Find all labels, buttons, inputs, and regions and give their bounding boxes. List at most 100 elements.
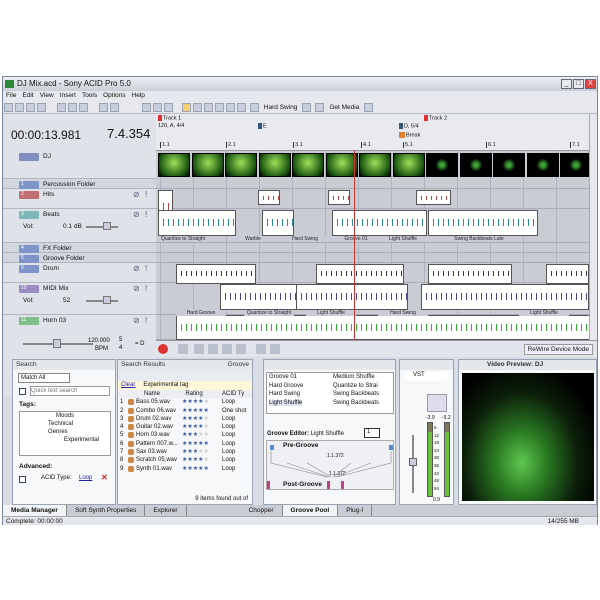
groove-item[interactable]: Hard Swing <box>269 391 300 397</box>
groove-item[interactable]: Medium Shuffle <box>333 374 375 380</box>
audio-clip[interactable] <box>332 210 427 236</box>
tab-explorer[interactable]: Explorer <box>145 505 187 516</box>
audio-clip[interactable] <box>176 264 256 284</box>
menu-help[interactable]: Help <box>132 92 145 99</box>
close-button[interactable]: X <box>585 79 596 89</box>
acid-type-link[interactable]: Loop <box>79 475 92 481</box>
file-name[interactable]: Drum 02.wav <box>136 415 182 423</box>
tree-genres[interactable]: Genres <box>20 427 110 435</box>
track-view[interactable]: Quantize to Straight Warble Hard Swing Groo… <box>156 151 589 340</box>
file-name[interactable]: Combo 06.wav <box>136 407 182 415</box>
tree-experimental[interactable]: Experimental <box>20 435 110 443</box>
groove-paint-icon[interactable] <box>302 103 312 112</box>
groove-item[interactable]: Quantize to Strai <box>333 383 378 389</box>
ruler[interactable]: 1.1 2.1 3.1 4.1 5.1 6.1 7.1 <box>156 142 589 151</box>
go-to-start-icon[interactable] <box>255 344 266 354</box>
vol-slider-thumb[interactable] <box>103 296 111 304</box>
audio-clip[interactable] <box>176 315 589 340</box>
groove-label[interactable]: Groove 01 <box>331 236 381 242</box>
col-rating[interactable]: Rating <box>166 390 222 398</box>
file-name[interactable]: Sax 03.wav <box>136 448 182 456</box>
track-name[interactable]: Horn 03 <box>43 317 66 324</box>
file-name[interactable]: Synth 01.wav <box>136 465 182 473</box>
pitch-tool-icon[interactable] <box>236 103 246 112</box>
stop-icon[interactable] <box>235 344 246 354</box>
key-marker-d[interactable]: D, 5/4 <box>399 123 419 129</box>
audio-clip[interactable] <box>296 284 408 310</box>
track-header-midi-mix[interactable]: 10 MIDI Mix ⊘! Vol: 52 <box>3 283 156 315</box>
auto-ripple-icon[interactable] <box>152 103 162 112</box>
pause-icon[interactable] <box>221 344 232 354</box>
selection-tool-icon[interactable] <box>192 103 202 112</box>
cut-icon[interactable] <box>56 103 66 112</box>
rating-stars[interactable]: ★★★★★ <box>182 431 222 439</box>
whats-this-icon[interactable] <box>364 103 374 112</box>
go-to-end-icon[interactable] <box>269 344 280 354</box>
mute-icon[interactable]: ⊘ <box>133 264 140 273</box>
loop-icon[interactable] <box>177 344 188 354</box>
groove-label[interactable]: Swing Backbeats Late <box>444 236 514 242</box>
tab-chopper[interactable]: Chopper <box>241 505 283 516</box>
groove-item[interactable]: Swing Backbeats <box>333 400 379 406</box>
paste-icon[interactable] <box>78 103 88 112</box>
audio-clip[interactable] <box>546 264 589 284</box>
file-name[interactable]: Horn 03.wav <box>136 431 182 439</box>
vst-label[interactable]: VST <box>405 372 447 381</box>
tree-technical[interactable]: Technical <box>20 419 110 427</box>
vol-slider[interactable] <box>86 226 118 228</box>
menu-edit[interactable]: Edit <box>22 92 33 99</box>
tree-moods[interactable]: Moods <box>20 412 110 419</box>
erase-tool-icon[interactable] <box>214 103 224 112</box>
solo-icon[interactable]: ! <box>145 264 147 273</box>
track-header-drum[interactable]: 9 Drum ⊘! <box>3 263 156 283</box>
audio-clip[interactable] <box>428 264 512 284</box>
play-icon[interactable] <box>207 344 218 354</box>
rating-stars[interactable]: ★★★★★ <box>182 415 222 423</box>
save-icon[interactable] <box>26 103 35 112</box>
new-icon[interactable] <box>4 103 13 112</box>
pan-control[interactable] <box>427 394 447 412</box>
region-break[interactable]: Break <box>399 132 420 138</box>
mute-icon[interactable]: ⊘ <box>133 316 140 325</box>
groove-item[interactable]: Swing Backbeats <box>333 391 379 397</box>
solo-icon[interactable]: ! <box>145 190 147 199</box>
track-header-fx-folder[interactable]: 4 FX Folder <box>3 243 156 253</box>
tab-media-manager[interactable]: Media Manager <box>3 505 67 516</box>
audio-clip[interactable] <box>421 284 589 310</box>
rating-stars[interactable]: ★★★★★ <box>182 465 222 473</box>
envelope-tool-icon[interactable] <box>225 103 235 112</box>
match-select[interactable]: Match All <box>18 373 70 383</box>
track-header-beats[interactable]: 3 Beats ⊘! Vol: 0.1 dB <box>3 209 156 243</box>
key-marker-e[interactable]: E <box>258 123 267 129</box>
mute-icon[interactable]: ⊘ <box>133 210 140 219</box>
track-name[interactable]: Beats <box>43 211 60 218</box>
bpm-value[interactable]: 120.000 <box>88 338 110 344</box>
groove-label[interactable]: Hard Groove <box>176 310 226 316</box>
file-name[interactable]: Pattern 007.w... <box>136 440 182 448</box>
groove-label[interactable]: Hard Swing <box>378 310 428 316</box>
result-row[interactable]: 8 Scratch 05.wav ★★★★★ Loop <box>118 456 252 464</box>
result-row[interactable]: 3 Drum 02.wav ★★★★★ Loop <box>118 415 252 423</box>
rating-stars[interactable]: ★★★★★ <box>182 456 222 464</box>
lock-icon[interactable] <box>163 103 173 112</box>
track-header-percussion-folder[interactable]: 1 Percussion Folder <box>3 179 156 189</box>
result-row[interactable]: 1 Bass 05.wav ★★★★★ Loop <box>118 398 252 406</box>
groove-list[interactable]: Groove 01 Hard Groove Hard Swing Light Shuf… <box>266 372 394 414</box>
vol-value[interactable]: 0.1 dB <box>63 223 82 230</box>
properties-icon[interactable] <box>37 103 46 112</box>
groove-label[interactable]: Quantize to Straight <box>244 310 294 316</box>
file-name[interactable]: Bass 05.wav <box>136 398 182 406</box>
maximize-button[interactable]: □ <box>573 79 584 89</box>
tempo-marker[interactable]: 120, A, 4/4 <box>158 123 184 129</box>
track-name[interactable]: Percussion Folder <box>43 181 95 188</box>
draw-tool-icon[interactable] <box>181 103 191 112</box>
vol-slider[interactable] <box>86 300 118 302</box>
track-name[interactable]: Drum <box>43 265 59 272</box>
time-sig-top[interactable]: 5 <box>119 337 122 343</box>
track-header-dj[interactable]: DJ <box>3 151 156 179</box>
groove-item[interactable]: Hard Groove <box>269 383 303 389</box>
groove-label[interactable]: Light Shuffle <box>306 310 356 316</box>
minimize-button[interactable]: _ <box>561 79 572 89</box>
tag-tree[interactable]: Moods Technical Genres Experimental <box>19 411 111 456</box>
get-media-button[interactable]: Get Media <box>329 101 359 114</box>
